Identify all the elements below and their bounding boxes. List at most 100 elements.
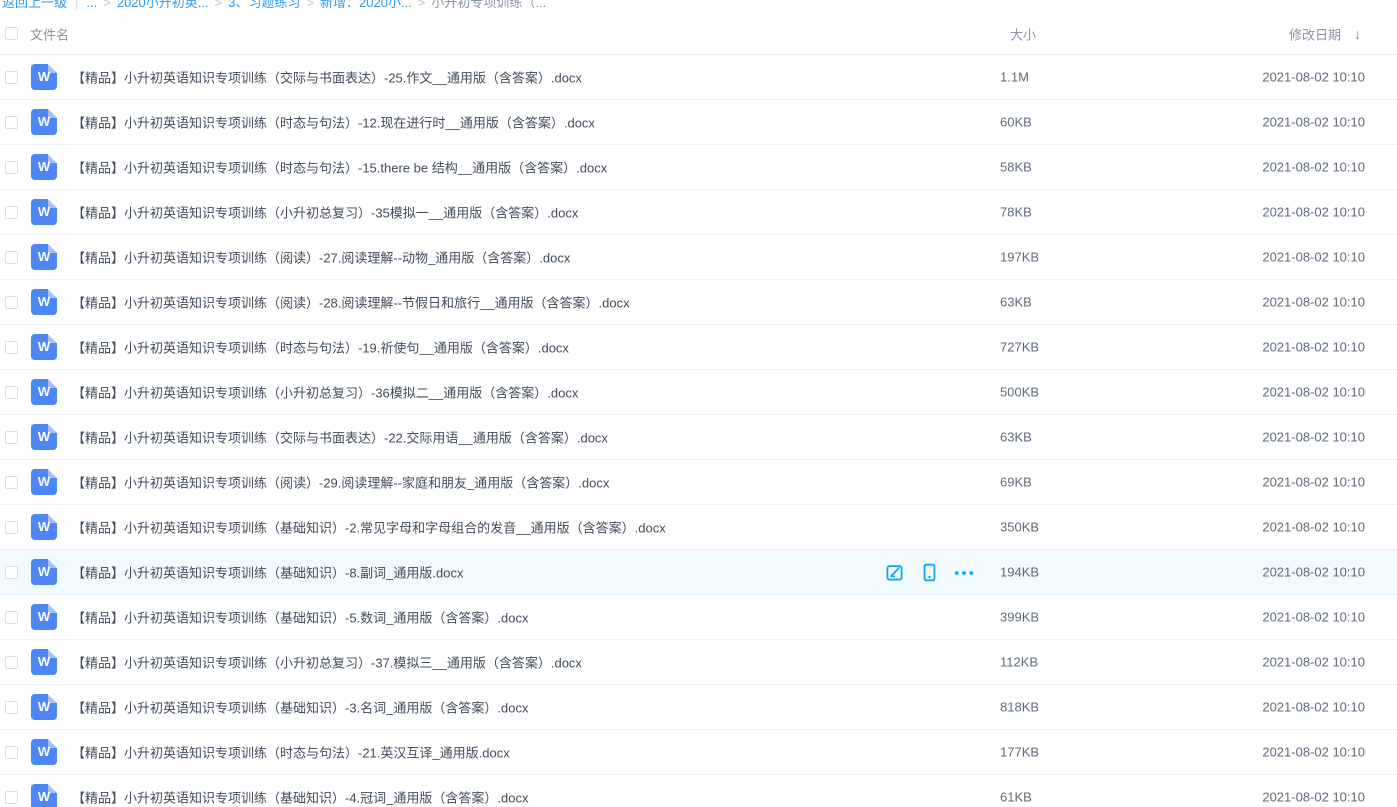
file-name[interactable]: 【精品】小升初英语知识专项训练（基础知识）-3.名词_通用版（含答案）.docx [72, 698, 528, 717]
word-doc-icon: W [31, 514, 57, 540]
file-name[interactable]: 【精品】小升初英语知识专项训练（时态与句法）-15.there be 结构__通… [72, 158, 607, 177]
file-checkbox[interactable] [5, 431, 18, 444]
file-date: 2021-08-02 10:10 [1262, 565, 1365, 580]
word-letter: W [31, 154, 57, 180]
word-letter: W [31, 694, 57, 720]
breadcrumb-collapsed-link[interactable]: ... [86, 0, 97, 10]
file-checkbox[interactable] [5, 791, 18, 804]
table-header: 文件名 大小 修改日期 ↓ [0, 13, 1397, 55]
file-date: 2021-08-02 10:10 [1262, 70, 1365, 85]
file-size: 58KB [1000, 160, 1032, 175]
table-row[interactable]: W 【精品】小升初英语知识专项训练（小升初总复习）-36模拟二__通用版（含答案… [0, 370, 1397, 415]
file-date: 2021-08-02 10:10 [1262, 160, 1365, 175]
word-letter: W [31, 649, 57, 675]
file-checkbox[interactable] [5, 71, 18, 84]
file-checkbox[interactable] [5, 341, 18, 354]
file-name[interactable]: 【精品】小升初英语知识专项训练（阅读）-27.阅读理解--动物_通用版（含答案）… [72, 248, 570, 267]
file-date: 2021-08-02 10:10 [1262, 250, 1365, 265]
file-date: 2021-08-02 10:10 [1262, 790, 1365, 805]
file-name[interactable]: 【精品】小升初英语知识专项训练（交际与书面表达）-22.交际用语__通用版（含答… [72, 428, 608, 447]
column-header-filename[interactable]: 文件名 [30, 24, 69, 43]
breadcrumb-back-link[interactable]: 返回上一级 [2, 0, 67, 10]
file-checkbox[interactable] [5, 521, 18, 534]
file-checkbox[interactable] [5, 476, 18, 489]
word-letter: W [31, 109, 57, 135]
select-all-checkbox[interactable] [5, 27, 18, 40]
file-checkbox[interactable] [5, 296, 18, 309]
file-name[interactable]: 【精品】小升初英语知识专项训练（基础知识）-5.数词_通用版（含答案）.docx [72, 608, 528, 627]
table-row[interactable]: W 【精品】小升初英语知识专项训练（小升初总复习）-35模拟一__通用版（含答案… [0, 190, 1397, 235]
word-doc-icon: W [31, 469, 57, 495]
breadcrumb-bar-separator: | [75, 0, 78, 10]
file-size: 194KB [1000, 565, 1039, 580]
word-letter: W [31, 244, 57, 270]
file-name[interactable]: 【精品】小升初英语知识专项训练（阅读）-29.阅读理解--家庭和朋友_通用版（含… [72, 473, 609, 492]
word-letter: W [31, 514, 57, 540]
table-row[interactable]: W 【精品】小升初英语知识专项训练（时态与句法）-19.祈使句__通用版（含答案… [0, 325, 1397, 370]
file-checkbox[interactable] [5, 206, 18, 219]
more-actions-icon[interactable] [954, 563, 974, 583]
word-letter: W [31, 604, 57, 630]
file-name[interactable]: 【精品】小升初英语知识专项训练（基础知识）-4.冠词_通用版（含答案）.docx [72, 788, 528, 807]
file-size: 78KB [1000, 205, 1032, 220]
table-row[interactable]: W 【精品】小升初英语知识专项训练（基础知识）-4.冠词_通用版（含答案）.do… [0, 775, 1397, 807]
file-name[interactable]: 【精品】小升初英语知识专项训练（基础知识）-2.常见字母和字母组合的发音__通用… [72, 518, 666, 537]
file-checkbox[interactable] [5, 701, 18, 714]
table-row[interactable]: W 【精品】小升初英语知识专项训练（基础知识）-3.名词_通用版（含答案）.do… [0, 685, 1397, 730]
breadcrumb-chevron: > [306, 0, 314, 10]
file-checkbox[interactable] [5, 386, 18, 399]
file-checkbox[interactable] [5, 116, 18, 129]
column-header-size[interactable]: 大小 [1010, 24, 1036, 43]
file-checkbox[interactable] [5, 656, 18, 669]
table-row[interactable]: W 【精品】小升初英语知识专项训练（交际与书面表达）-25.作文__通用版（含答… [0, 55, 1397, 100]
word-letter: W [31, 739, 57, 765]
table-row[interactable]: W 【精品】小升初英语知识专项训练（基础知识）-2.常见字母和字母组合的发音__… [0, 505, 1397, 550]
breadcrumb-item-2[interactable]: 3、习题练习 [228, 0, 300, 10]
table-row[interactable]: W 【精品】小升初英语知识专项训练（基础知识）-8.副词_通用版.docx 19… [0, 550, 1397, 595]
table-row[interactable]: W 【精品】小升初英语知识专项训练（阅读）-27.阅读理解--动物_通用版（含答… [0, 235, 1397, 280]
file-checkbox[interactable] [5, 611, 18, 624]
file-table-body: W 【精品】小升初英语知识专项训练（交际与书面表达）-25.作文__通用版（含答… [0, 55, 1397, 807]
file-name[interactable]: 【精品】小升初英语知识专项训练（时态与句法）-12.现在进行时__通用版（含答案… [72, 113, 595, 132]
word-letter: W [31, 784, 57, 807]
table-row[interactable]: W 【精品】小升初英语知识专项训练（基础知识）-5.数词_通用版（含答案）.do… [0, 595, 1397, 640]
file-name[interactable]: 【精品】小升初英语知识专项训练（交际与书面表达）-25.作文__通用版（含答案）… [72, 68, 582, 87]
file-size: 63KB [1000, 295, 1032, 310]
table-row[interactable]: W 【精品】小升初英语知识专项训练（时态与句法）-12.现在进行时__通用版（含… [0, 100, 1397, 145]
file-name[interactable]: 【精品】小升初英语知识专项训练（小升初总复习）-37.模拟三__通用版（含答案）… [72, 653, 582, 672]
file-name[interactable]: 【精品】小升初英语知识专项训练（基础知识）-8.副词_通用版.docx [72, 563, 463, 582]
file-name[interactable]: 【精品】小升初英语知识专项训练（小升初总复习）-35模拟一__通用版（含答案）.… [72, 203, 578, 222]
word-doc-icon: W [31, 379, 57, 405]
table-row[interactable]: W 【精品】小升初英语知识专项训练（时态与句法）-15.there be 结构_… [0, 145, 1397, 190]
file-checkbox[interactable] [5, 161, 18, 174]
file-size: 112KB [1000, 655, 1038, 670]
table-row[interactable]: W 【精品】小升初英语知识专项训练（阅读）-28.阅读理解--节假日和旅行__通… [0, 280, 1397, 325]
breadcrumb-item-3[interactable]: 新增：2020小... [320, 0, 412, 10]
sort-descending-icon[interactable]: ↓ [1354, 26, 1361, 42]
file-date: 2021-08-02 10:10 [1262, 475, 1365, 490]
file-checkbox[interactable] [5, 566, 18, 579]
file-size: 727KB [1000, 340, 1039, 355]
table-row[interactable]: W 【精品】小升初英语知识专项训练（时态与句法）-21.英汉互译_通用版.doc… [0, 730, 1397, 775]
breadcrumb-item-1[interactable]: 2020小升初英... [117, 0, 209, 10]
file-name[interactable]: 【精品】小升初英语知识专项训练（阅读）-28.阅读理解--节假日和旅行__通用版… [72, 293, 630, 312]
file-date: 2021-08-02 10:10 [1262, 340, 1365, 355]
table-row[interactable]: W 【精品】小升初英语知识专项训练（阅读）-29.阅读理解--家庭和朋友_通用版… [0, 460, 1397, 505]
file-checkbox[interactable] [5, 251, 18, 264]
word-doc-icon: W [31, 424, 57, 450]
table-row[interactable]: W 【精品】小升初英语知识专项训练（交际与书面表达）-22.交际用语__通用版（… [0, 415, 1397, 460]
file-date: 2021-08-02 10:10 [1262, 610, 1365, 625]
file-checkbox[interactable] [5, 746, 18, 759]
word-doc-icon: W [31, 154, 57, 180]
file-name[interactable]: 【精品】小升初英语知识专项训练（时态与句法）-19.祈使句__通用版（含答案）.… [72, 338, 569, 357]
file-name[interactable]: 【精品】小升初英语知识专项训练（小升初总复习）-36模拟二__通用版（含答案）.… [72, 383, 578, 402]
word-letter: W [31, 289, 57, 315]
table-row[interactable]: W 【精品】小升初英语知识专项训练（小升初总复习）-37.模拟三__通用版（含答… [0, 640, 1397, 685]
file-size: 350KB [1000, 520, 1039, 535]
column-header-date[interactable]: 修改日期 [1289, 24, 1341, 43]
rename-icon[interactable] [884, 563, 904, 583]
word-doc-icon: W [31, 64, 57, 90]
send-to-phone-icon[interactable] [919, 563, 939, 583]
file-name[interactable]: 【精品】小升初英语知识专项训练（时态与句法）-21.英汉互译_通用版.docx [72, 743, 510, 762]
word-doc-icon: W [31, 739, 57, 765]
